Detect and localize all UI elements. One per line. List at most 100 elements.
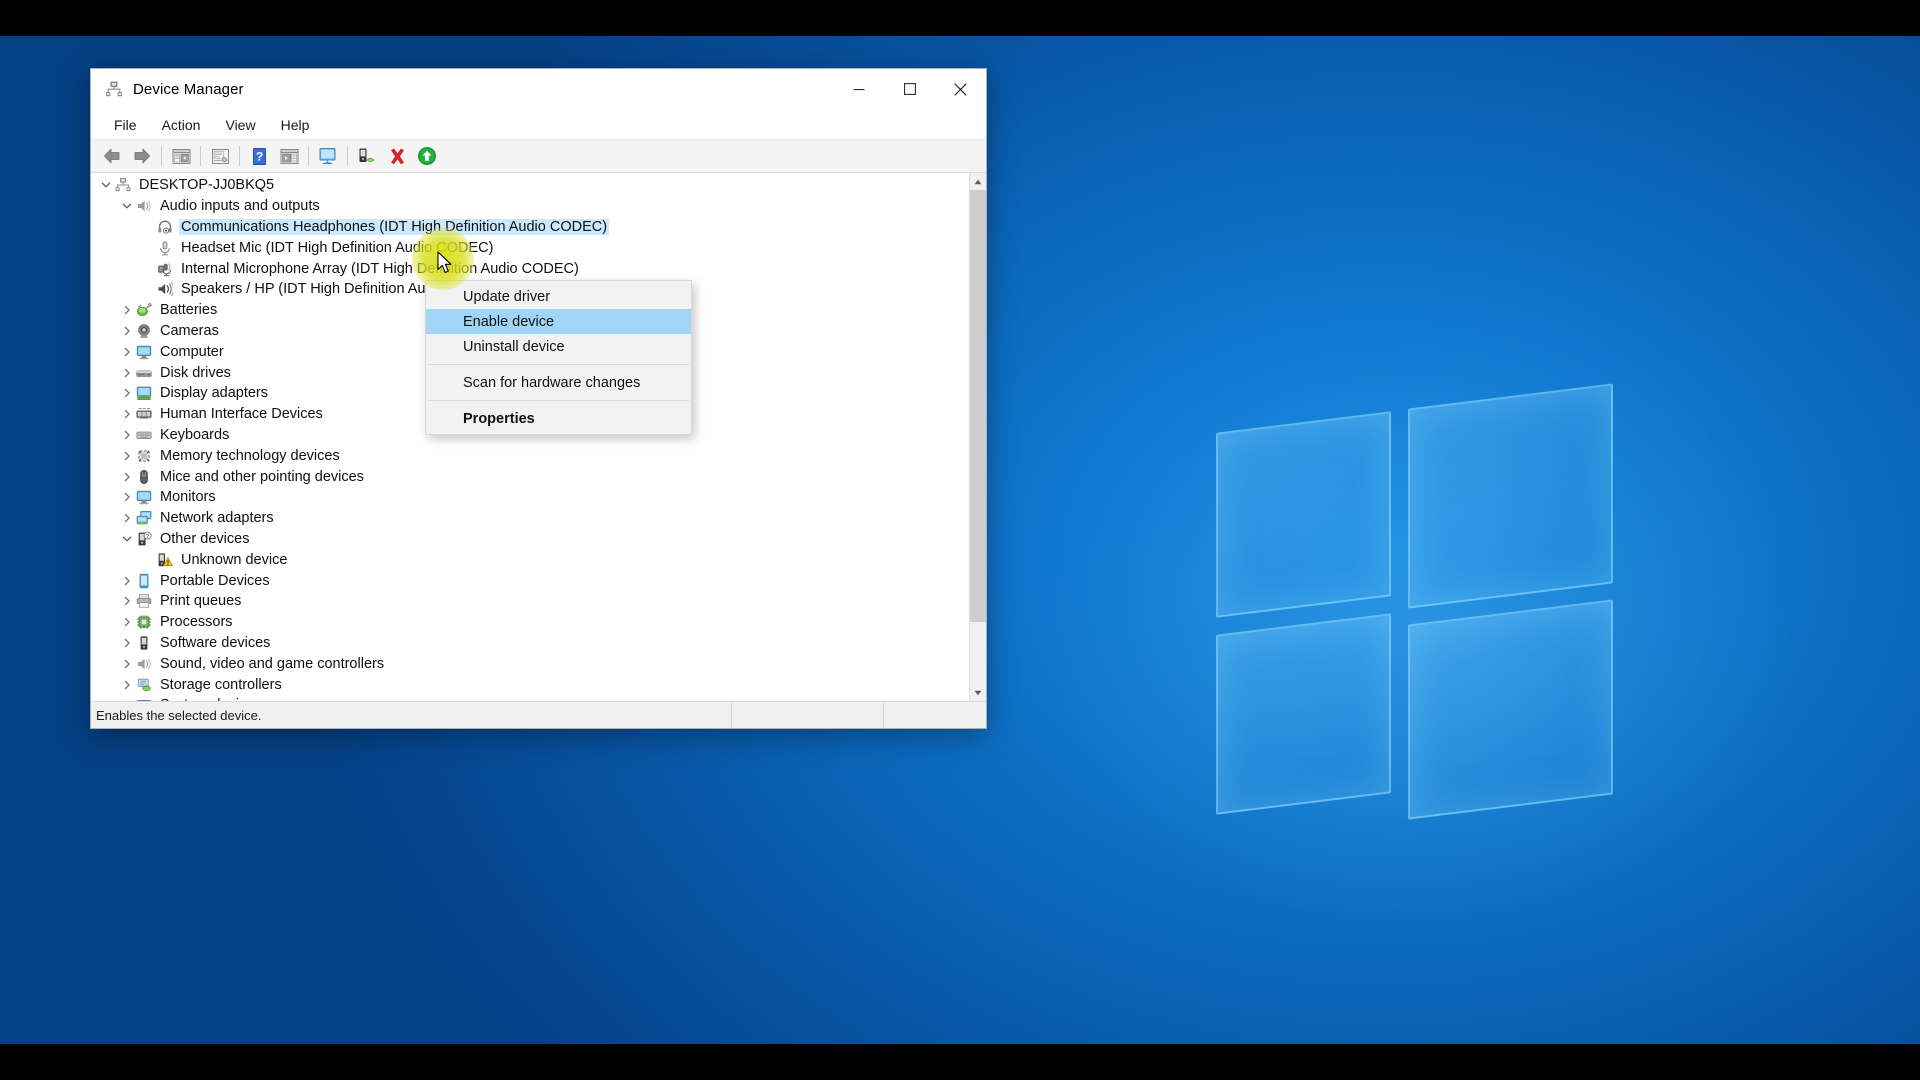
toolbar-separator-1 [161,146,162,166]
tree-node-label: Processors [160,614,233,631]
tree-node[interactable]: Print queues [91,591,969,612]
minimize-button[interactable] [833,69,884,109]
chevron-right-icon [124,513,130,523]
tree-node[interactable]: Memory technology devices [91,445,969,466]
scroll-up-button[interactable] [969,173,986,190]
tree-node[interactable]: Monitors [91,487,969,508]
help-button[interactable]: ? [244,143,274,170]
tree-node[interactable]: Network adapters [91,508,969,529]
svg-text:?: ? [255,149,262,163]
show-hide-console-tree-button[interactable] [166,143,196,170]
chevron-right-icon [124,326,130,336]
tree-node[interactable]: Headset Mic (IDT High Definition Audio C… [91,237,969,258]
properties-button[interactable] [205,143,235,170]
tree-twisty-toggle[interactable] [118,492,135,502]
headphones-icon [156,218,173,235]
close-button[interactable] [935,69,986,109]
menu-bar: File Action View Help [91,110,986,140]
tree-twisty-toggle[interactable] [118,430,135,440]
tree-node[interactable]: ? Other devices [91,529,969,550]
disk-drive-icon [135,364,152,381]
tree-twisty-toggle[interactable] [118,326,135,336]
tree-node[interactable]: Unknown device [91,549,969,570]
tree-node[interactable]: Storage controllers [91,674,969,695]
tree-twisty-toggle[interactable] [118,451,135,461]
microphone-icon [159,241,170,256]
tree-twisty-toggle[interactable] [118,659,135,669]
printer-icon [136,594,151,608]
scroll-down-button[interactable] [969,684,986,701]
tree-node-label: Keyboards [160,426,230,443]
tree-twisty-toggle[interactable] [118,513,135,523]
menu-action[interactable]: Action [151,114,212,136]
menu-view[interactable]: View [214,114,266,136]
tree-node-label: Human Interface Devices [160,406,323,423]
tree-twisty-toggle[interactable] [118,596,135,606]
tree-node[interactable]: Communications Headphones (IDT High Defi… [91,217,969,238]
tree-node[interactable]: Audio inputs and outputs [91,196,969,217]
hid-icon [135,406,152,423]
forward-button[interactable] [127,143,157,170]
chevron-right-icon [124,305,130,315]
software-device-icon [140,636,147,650]
tree-twisty-toggle[interactable] [118,347,135,357]
context-menu[interactable]: Update driver Enable device Uninstall devi… [425,280,692,435]
tree-node[interactable]: Internal Microphone Array (IDT High Defi… [91,258,969,279]
chevron-right-icon [122,700,132,701]
uninstall-device-button[interactable] [382,143,412,170]
tree-node[interactable]: DESKTOP-JJ0BKQ5 [91,175,969,196]
tree-twisty-toggle[interactable] [118,576,135,586]
tree-twisty-toggle[interactable] [118,680,135,690]
tree-scrollbar[interactable] [969,173,986,701]
chevron-right-icon [124,451,130,460]
context-menu-item[interactable]: Properties [426,406,691,431]
tree-node[interactable]: Sound, video and game controllers [91,653,969,674]
tree-node-label: Communications Headphones (IDT High Defi… [179,218,610,235]
menu-help[interactable]: Help [270,114,321,136]
system-device-icon [136,700,151,701]
context-menu-item[interactable]: Uninstall device [426,334,691,359]
back-button[interactable] [97,143,127,170]
tree-twisty-toggle[interactable] [118,638,135,648]
unknown-device-warning-icon [158,553,173,566]
tree-node[interactable]: System devices [91,695,969,701]
tree-node[interactable]: Mice and other pointing devices [91,466,969,487]
scan-for-hardware-changes-button[interactable] [313,143,343,170]
tree-twisty-toggle[interactable] [118,472,135,482]
device-tree[interactable]: DESKTOP-JJ0BKQ5 Audio inputs and outputs C… [91,173,969,701]
tree-node[interactable]: Software devices [91,633,969,654]
memory-technology-icon [135,447,152,464]
tree-node-label: Network adapters [160,510,274,527]
tree-twisty-toggle[interactable] [118,617,135,627]
context-menu-item[interactable]: Scan for hardware changes [426,370,691,395]
chevron-down-icon [101,182,110,188]
battery-icon [135,302,152,319]
tree-twisty-toggle[interactable] [118,368,135,378]
show-hide-action-pane-button[interactable] [274,143,304,170]
tree-twisty-toggle[interactable] [118,305,135,315]
tree-twisty-toggle[interactable] [118,534,135,544]
tree-node-label: Computer [160,343,224,360]
tree-twisty-toggle[interactable] [118,700,135,701]
portable-device-icon [139,573,148,588]
update-driver-button[interactable] [352,143,382,170]
tree-node[interactable]: Processors [91,612,969,633]
context-menu-item[interactable]: Update driver [426,284,691,309]
maximize-button[interactable] [884,69,935,109]
context-menu-item[interactable]: Enable device [426,309,691,334]
tree-twisty-toggle[interactable] [97,180,114,190]
letterbox-top [0,0,1920,36]
tree-node-label: Disk drives [160,364,231,381]
enable-device-button[interactable] [412,143,442,170]
tree-twisty-toggle[interactable] [118,388,135,398]
tree-node-label: DESKTOP-JJ0BKQ5 [139,177,275,194]
tree-twisty-toggle[interactable] [118,409,135,419]
wallpaper-pane-4 [1408,599,1613,820]
menu-file[interactable]: File [103,114,148,136]
scrollbar-thumb[interactable] [969,190,986,622]
device-manager-window: Device Manager File Action View Help ? D… [90,68,987,729]
chevron-right-icon [124,493,130,502]
tree-node[interactable]: Portable Devices [91,570,969,591]
scrollbar-track[interactable] [969,190,986,684]
tree-twisty-toggle[interactable] [118,201,135,211]
